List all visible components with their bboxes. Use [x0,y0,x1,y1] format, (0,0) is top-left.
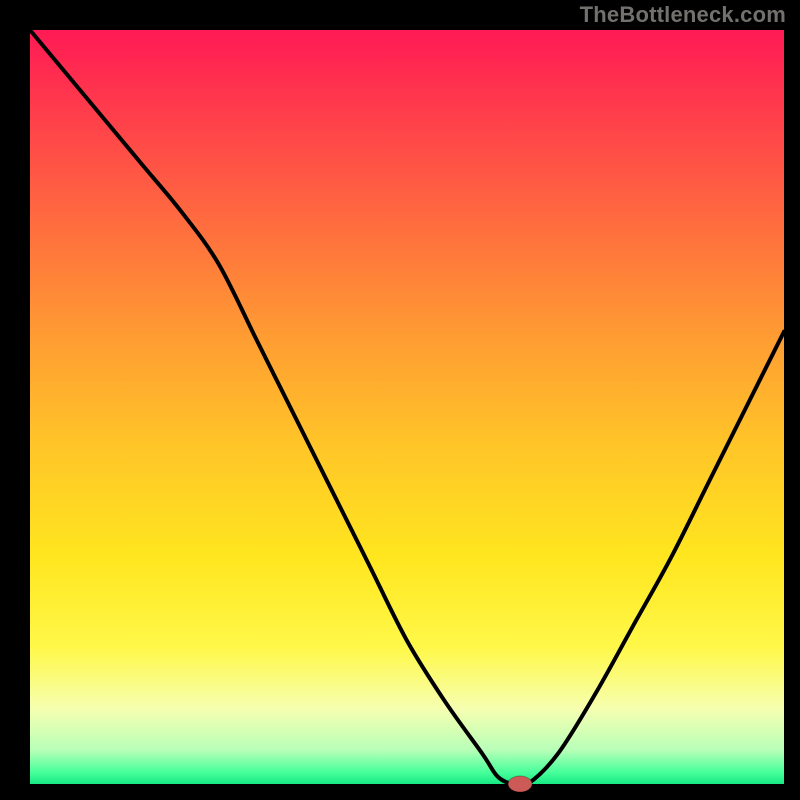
bottleneck-chart [0,0,800,800]
minimum-marker [508,776,532,792]
attribution-text: TheBottleneck.com [580,2,786,28]
gradient-background [30,30,784,784]
